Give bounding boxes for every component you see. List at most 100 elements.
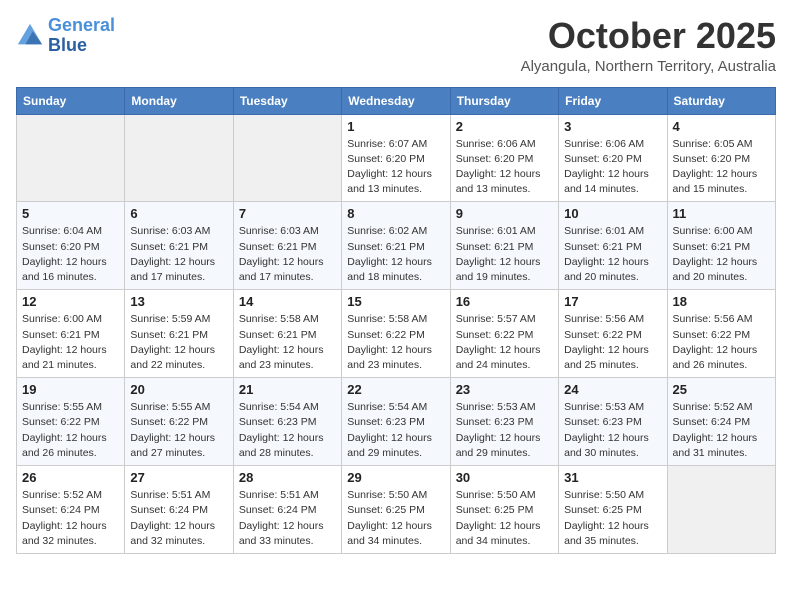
day-number: 22 (347, 382, 444, 397)
day-cell: 28Sunrise: 5:51 AM Sunset: 6:24 PM Dayli… (233, 466, 341, 554)
week-row-2: 12Sunrise: 6:00 AM Sunset: 6:21 PM Dayli… (17, 290, 776, 378)
month-title: October 2025 (521, 16, 776, 56)
header-saturday: Saturday (667, 87, 775, 114)
day-number: 12 (22, 294, 119, 309)
day-info: Sunrise: 6:04 AM Sunset: 6:20 PM Dayligh… (22, 224, 119, 285)
day-number: 13 (130, 294, 227, 309)
day-number: 6 (130, 206, 227, 221)
day-cell: 6 Sunrise: 6:03 AM Sunset: 6:21 PM Daylig… (125, 202, 233, 290)
day-number: 17 (564, 294, 661, 309)
day-number: 26 (22, 470, 119, 485)
day-cell: 30 Sunrise: 5:50 AM Sunset: 6:25 PM Dayli… (450, 466, 558, 554)
day-info: Sunrise: 5:53 AM Sunset: 6:23 PM Dayligh… (456, 400, 553, 461)
logo: General Blue (16, 16, 115, 56)
day-number: 25 (673, 382, 770, 397)
day-number: 23 (456, 382, 553, 397)
day-info: Sunrise: 5:51 AM Sunset: 6:24 PM Dayligh… (239, 488, 336, 549)
week-row-3: 19 Sunrise: 5:55 AM Sunset: 6:22 PM Dayli… (17, 378, 776, 466)
logo-text: General Blue (48, 16, 115, 56)
day-number: 9 (456, 206, 553, 221)
day-number: 3 (564, 119, 661, 134)
day-cell: 24 Sunrise: 5:53 AM Sunset: 6:23 PM Dayli… (559, 378, 667, 466)
day-cell: 19 Sunrise: 5:55 AM Sunset: 6:22 PM Dayli… (17, 378, 125, 466)
week-row-1: 5 Sunrise: 6:04 AM Sunset: 6:20 PM Daylig… (17, 202, 776, 290)
logo-icon (16, 22, 44, 50)
day-cell: 8 Sunrise: 6:02 AM Sunset: 6:21 PM Daylig… (342, 202, 450, 290)
day-number: 29 (347, 470, 444, 485)
day-cell: 17 Sunrise: 5:56 AM Sunset: 6:22 PM Dayli… (559, 290, 667, 378)
day-info: Sunrise: 5:58 AM Sunset: 6:21 PM Dayligh… (239, 312, 336, 373)
day-info: Sunrise: 5:50 AM Sunset: 6:25 PM Dayligh… (456, 488, 553, 549)
day-cell (17, 114, 125, 202)
day-cell: 3 Sunrise: 6:06 AM Sunset: 6:20 PM Daylig… (559, 114, 667, 202)
day-number: 14 (239, 294, 336, 309)
header-thursday: Thursday (450, 87, 558, 114)
day-info: Sunrise: 6:00 AM Sunset: 6:21 PM Dayligh… (673, 224, 770, 285)
day-number: 10 (564, 206, 661, 221)
day-cell: 21Sunrise: 5:54 AM Sunset: 6:23 PM Dayli… (233, 378, 341, 466)
day-number: 18 (673, 294, 770, 309)
day-info: Sunrise: 5:57 AM Sunset: 6:22 PM Dayligh… (456, 312, 553, 373)
day-info: Sunrise: 6:03 AM Sunset: 6:21 PM Dayligh… (130, 224, 227, 285)
header-friday: Friday (559, 87, 667, 114)
day-number: 30 (456, 470, 553, 485)
day-info: Sunrise: 5:58 AM Sunset: 6:22 PM Dayligh… (347, 312, 444, 373)
day-cell: 31 Sunrise: 5:50 AM Sunset: 6:25 PM Dayli… (559, 466, 667, 554)
day-info: Sunrise: 6:06 AM Sunset: 6:20 PM Dayligh… (564, 137, 661, 198)
day-cell: 18Sunrise: 5:56 AM Sunset: 6:22 PM Dayli… (667, 290, 775, 378)
header-wednesday: Wednesday (342, 87, 450, 114)
day-info: Sunrise: 5:55 AM Sunset: 6:22 PM Dayligh… (22, 400, 119, 461)
day-number: 2 (456, 119, 553, 134)
calendar-table: Sunday Monday Tuesday Wednesday Thursday… (16, 87, 776, 554)
day-cell: 4 Sunrise: 6:05 AM Sunset: 6:20 PM Daylig… (667, 114, 775, 202)
day-cell: 2 Sunrise: 6:06 AM Sunset: 6:20 PM Daylig… (450, 114, 558, 202)
day-number: 21 (239, 382, 336, 397)
day-number: 20 (130, 382, 227, 397)
title-area: October 2025 Alyangula, Northern Territo… (521, 16, 776, 75)
day-cell: 7 Sunrise: 6:03 AM Sunset: 6:21 PM Daylig… (233, 202, 341, 290)
day-number: 15 (347, 294, 444, 309)
header-monday: Monday (125, 87, 233, 114)
day-number: 31 (564, 470, 661, 485)
day-cell: 15 Sunrise: 5:58 AM Sunset: 6:22 PM Dayli… (342, 290, 450, 378)
day-number: 4 (673, 119, 770, 134)
day-cell: 13 Sunrise: 5:59 AM Sunset: 6:21 PM Dayli… (125, 290, 233, 378)
days-header-row: Sunday Monday Tuesday Wednesday Thursday… (17, 87, 776, 114)
day-number: 5 (22, 206, 119, 221)
day-info: Sunrise: 5:51 AM Sunset: 6:24 PM Dayligh… (130, 488, 227, 549)
day-number: 19 (22, 382, 119, 397)
day-cell: 12Sunrise: 6:00 AM Sunset: 6:21 PM Dayli… (17, 290, 125, 378)
week-row-0: 1Sunrise: 6:07 AM Sunset: 6:20 PM Daylig… (17, 114, 776, 202)
day-info: Sunrise: 6:07 AM Sunset: 6:20 PM Dayligh… (347, 137, 444, 198)
day-cell (125, 114, 233, 202)
day-number: 27 (130, 470, 227, 485)
day-cell (233, 114, 341, 202)
day-number: 11 (673, 206, 770, 221)
day-cell: 11 Sunrise: 6:00 AM Sunset: 6:21 PM Dayli… (667, 202, 775, 290)
day-cell: 1Sunrise: 6:07 AM Sunset: 6:20 PM Daylig… (342, 114, 450, 202)
header-tuesday: Tuesday (233, 87, 341, 114)
day-cell: 5 Sunrise: 6:04 AM Sunset: 6:20 PM Daylig… (17, 202, 125, 290)
day-info: Sunrise: 6:01 AM Sunset: 6:21 PM Dayligh… (564, 224, 661, 285)
day-cell (667, 466, 775, 554)
day-cell: 14 Sunrise: 5:58 AM Sunset: 6:21 PM Dayli… (233, 290, 341, 378)
day-info: Sunrise: 6:02 AM Sunset: 6:21 PM Dayligh… (347, 224, 444, 285)
day-info: Sunrise: 6:06 AM Sunset: 6:20 PM Dayligh… (456, 137, 553, 198)
day-cell: 26Sunrise: 5:52 AM Sunset: 6:24 PM Dayli… (17, 466, 125, 554)
day-info: Sunrise: 5:53 AM Sunset: 6:23 PM Dayligh… (564, 400, 661, 461)
day-info: Sunrise: 6:05 AM Sunset: 6:20 PM Dayligh… (673, 137, 770, 198)
day-cell: 23 Sunrise: 5:53 AM Sunset: 6:23 PM Dayli… (450, 378, 558, 466)
day-number: 24 (564, 382, 661, 397)
day-info: Sunrise: 6:03 AM Sunset: 6:21 PM Dayligh… (239, 224, 336, 285)
day-number: 16 (456, 294, 553, 309)
day-number: 8 (347, 206, 444, 221)
day-info: Sunrise: 5:59 AM Sunset: 6:21 PM Dayligh… (130, 312, 227, 373)
day-info: Sunrise: 5:50 AM Sunset: 6:25 PM Dayligh… (564, 488, 661, 549)
day-info: Sunrise: 5:54 AM Sunset: 6:23 PM Dayligh… (347, 400, 444, 461)
subtitle: Alyangula, Northern Territory, Australia (521, 58, 776, 75)
day-cell: 9 Sunrise: 6:01 AM Sunset: 6:21 PM Daylig… (450, 202, 558, 290)
day-info: Sunrise: 5:50 AM Sunset: 6:25 PM Dayligh… (347, 488, 444, 549)
day-info: Sunrise: 5:56 AM Sunset: 6:22 PM Dayligh… (564, 312, 661, 373)
day-info: Sunrise: 6:01 AM Sunset: 6:21 PM Dayligh… (456, 224, 553, 285)
day-number: 7 (239, 206, 336, 221)
